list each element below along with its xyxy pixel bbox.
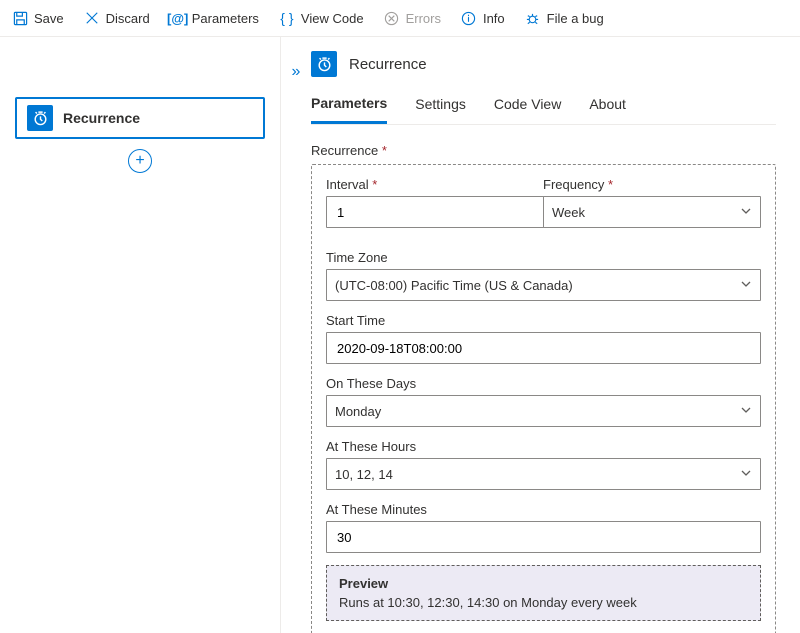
error-icon bbox=[384, 10, 400, 26]
close-icon bbox=[84, 10, 100, 26]
at-minutes-label: At These Minutes bbox=[326, 502, 761, 517]
card-title: Recurrence bbox=[63, 110, 140, 126]
on-days-label: On These Days bbox=[326, 376, 761, 391]
tab-bar: Parameters Settings Code View About bbox=[311, 89, 776, 125]
timezone-label: Time Zone bbox=[326, 250, 761, 265]
panel-title: Recurrence bbox=[349, 56, 427, 73]
info-button[interactable]: Info bbox=[459, 6, 507, 30]
save-icon bbox=[12, 10, 28, 26]
discard-button[interactable]: Discard bbox=[82, 6, 152, 30]
timezone-select[interactable]: (UTC-08:00) Pacific Time (US & Canada) bbox=[326, 269, 761, 301]
toolbar: Save Discard [@] Parameters { } View Cod… bbox=[0, 0, 800, 37]
preview-title: Preview bbox=[339, 576, 748, 591]
parameters-icon: [@] bbox=[170, 10, 186, 26]
tab-code-view[interactable]: Code View bbox=[494, 89, 561, 124]
preview-text: Runs at 10:30, 12:30, 14:30 on Monday ev… bbox=[339, 595, 748, 610]
bug-icon bbox=[525, 10, 541, 26]
file-bug-button[interactable]: File a bug bbox=[523, 6, 606, 30]
recurrence-card[interactable]: Recurrence bbox=[15, 97, 265, 139]
start-time-input[interactable] bbox=[326, 332, 761, 364]
preview-box: Preview Runs at 10:30, 12:30, 14:30 on M… bbox=[326, 565, 761, 621]
at-minutes-input[interactable] bbox=[326, 521, 761, 553]
chevron-down-icon bbox=[740, 467, 752, 482]
tab-about[interactable]: About bbox=[589, 89, 626, 124]
add-step-button[interactable]: + bbox=[128, 149, 152, 173]
section-label: Recurrence * bbox=[311, 143, 776, 158]
at-hours-label: At These Hours bbox=[326, 439, 761, 454]
frequency-label: Frequency * bbox=[543, 177, 761, 192]
on-days-select[interactable]: Monday bbox=[326, 395, 761, 427]
designer-canvas[interactable]: Recurrence + bbox=[0, 37, 280, 633]
at-hours-select[interactable]: 10, 12, 14 bbox=[326, 458, 761, 490]
interval-label: Interval * bbox=[326, 177, 544, 192]
recurrence-fieldset: Interval * Frequency * Week Ti bbox=[311, 164, 776, 633]
chevron-down-icon bbox=[740, 278, 752, 293]
recurrence-icon bbox=[27, 105, 53, 131]
start-time-label: Start Time bbox=[326, 313, 761, 328]
chevron-down-icon bbox=[740, 205, 752, 220]
errors-button: Errors bbox=[382, 6, 443, 30]
details-panel: » Recurrence Parameters Settings Code Vi… bbox=[280, 37, 800, 633]
frequency-select[interactable]: Week bbox=[543, 196, 761, 228]
collapse-panel-button[interactable]: » bbox=[281, 51, 311, 633]
view-code-button[interactable]: { } View Code bbox=[277, 6, 366, 30]
recurrence-icon bbox=[311, 51, 337, 77]
save-button[interactable]: Save bbox=[10, 6, 66, 30]
info-icon bbox=[461, 10, 477, 26]
chevron-down-icon bbox=[740, 404, 752, 419]
code-icon: { } bbox=[279, 10, 295, 26]
parameters-button[interactable]: [@] Parameters bbox=[168, 6, 261, 30]
interval-input[interactable] bbox=[326, 196, 544, 228]
tab-parameters[interactable]: Parameters bbox=[311, 89, 387, 124]
tab-settings[interactable]: Settings bbox=[415, 89, 466, 124]
